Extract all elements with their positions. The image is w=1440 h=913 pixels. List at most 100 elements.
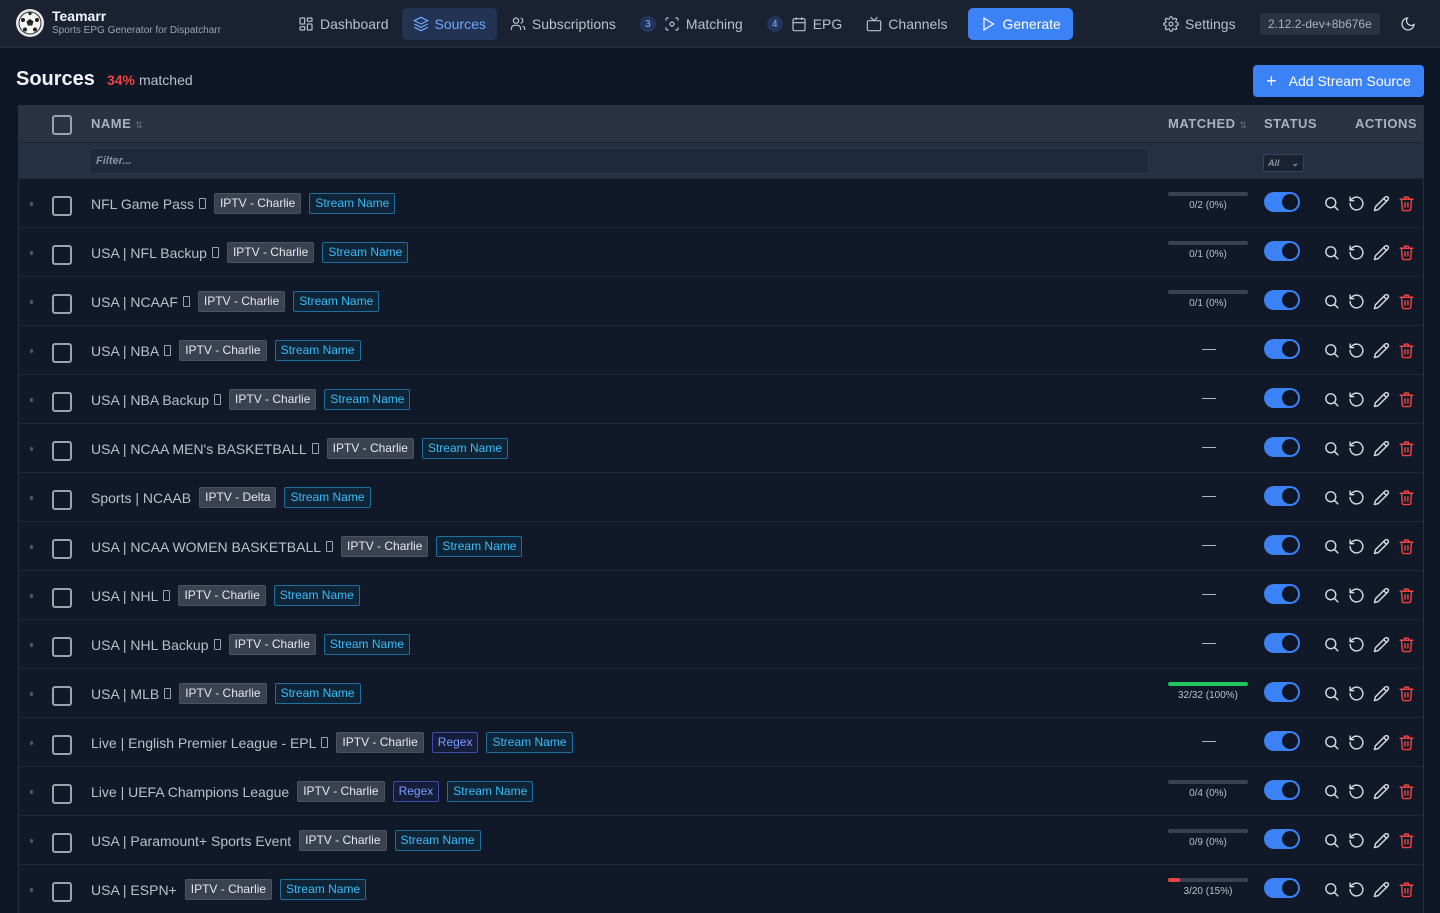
status-toggle[interactable]: [1264, 241, 1300, 261]
delete-button[interactable]: [1398, 391, 1415, 408]
edit-button[interactable]: [1373, 881, 1390, 898]
search-button[interactable]: [1323, 342, 1340, 359]
refresh-button[interactable]: [1348, 342, 1365, 359]
source-name[interactable]: USA | NBA Backup: [91, 392, 209, 408]
edit-button[interactable]: [1373, 783, 1390, 800]
select-all-checkbox[interactable]: [52, 115, 72, 135]
source-name[interactable]: USA | Paramount+ Sports Event: [91, 833, 291, 849]
delete-button[interactable]: [1398, 342, 1415, 359]
drag-handle[interactable]: [30, 545, 33, 549]
delete-button[interactable]: [1398, 587, 1415, 604]
edit-button[interactable]: [1373, 685, 1390, 702]
theme-toggle[interactable]: [1396, 12, 1420, 36]
nav-channels[interactable]: Channels: [855, 8, 958, 40]
row-checkbox[interactable]: [52, 882, 72, 902]
edit-button[interactable]: [1373, 489, 1390, 506]
edit-button[interactable]: [1373, 832, 1390, 849]
source-name[interactable]: Live | UEFA Champions League: [91, 784, 289, 800]
search-button[interactable]: [1323, 440, 1340, 457]
drag-handle[interactable]: [30, 790, 33, 794]
source-name[interactable]: USA | NCAAF: [91, 294, 178, 310]
source-name[interactable]: Live | English Premier League - EPL: [91, 735, 316, 751]
status-toggle[interactable]: [1264, 780, 1300, 800]
search-button[interactable]: [1323, 685, 1340, 702]
status-toggle[interactable]: [1264, 731, 1300, 751]
drag-handle[interactable]: [30, 594, 33, 598]
status-toggle[interactable]: [1264, 682, 1300, 702]
name-filter-input[interactable]: Filter...: [89, 148, 1149, 174]
status-filter-select[interactable]: All ⌄: [1263, 154, 1304, 172]
status-toggle[interactable]: [1264, 829, 1300, 849]
row-checkbox[interactable]: [52, 245, 72, 265]
row-checkbox[interactable]: [52, 539, 72, 559]
edit-button[interactable]: [1373, 244, 1390, 261]
search-button[interactable]: [1323, 244, 1340, 261]
search-button[interactable]: [1323, 489, 1340, 506]
drag-handle[interactable]: [30, 398, 33, 402]
refresh-button[interactable]: [1348, 636, 1365, 653]
refresh-button[interactable]: [1348, 832, 1365, 849]
row-checkbox[interactable]: [52, 686, 72, 706]
edit-button[interactable]: [1373, 342, 1390, 359]
search-button[interactable]: [1323, 636, 1340, 653]
row-checkbox[interactable]: [52, 588, 72, 608]
nav-dashboard[interactable]: Dashboard: [287, 8, 400, 40]
source-name[interactable]: USA | NFL Backup: [91, 245, 207, 261]
edit-button[interactable]: [1373, 636, 1390, 653]
search-button[interactable]: [1323, 832, 1340, 849]
search-button[interactable]: [1323, 293, 1340, 310]
edit-button[interactable]: [1373, 391, 1390, 408]
refresh-button[interactable]: [1348, 685, 1365, 702]
edit-button[interactable]: [1373, 293, 1390, 310]
search-button[interactable]: [1323, 538, 1340, 555]
delete-button[interactable]: [1398, 734, 1415, 751]
refresh-button[interactable]: [1348, 244, 1365, 261]
delete-button[interactable]: [1398, 685, 1415, 702]
source-name[interactable]: USA | ESPN+: [91, 882, 177, 898]
source-name[interactable]: NFL Game Pass: [91, 196, 194, 212]
source-name[interactable]: USA | NCAA WOMEN BASKETBALL: [91, 539, 321, 555]
row-checkbox[interactable]: [52, 735, 72, 755]
drag-handle[interactable]: [30, 349, 33, 353]
drag-handle[interactable]: [30, 643, 33, 647]
delete-button[interactable]: [1398, 195, 1415, 212]
add-stream-source-button[interactable]: + Add Stream Source: [1253, 65, 1424, 97]
row-checkbox[interactable]: [52, 196, 72, 216]
refresh-button[interactable]: [1348, 538, 1365, 555]
status-toggle[interactable]: [1264, 535, 1300, 555]
status-toggle[interactable]: [1264, 584, 1300, 604]
status-toggle[interactable]: [1264, 878, 1300, 898]
source-name[interactable]: USA | NHL Backup: [91, 637, 209, 653]
delete-button[interactable]: [1398, 489, 1415, 506]
col-name-header[interactable]: NAME ⇅: [91, 116, 143, 131]
delete-button[interactable]: [1398, 244, 1415, 261]
row-checkbox[interactable]: [52, 343, 72, 363]
status-toggle[interactable]: [1264, 437, 1300, 457]
refresh-button[interactable]: [1348, 391, 1365, 408]
drag-handle[interactable]: [30, 692, 33, 696]
search-button[interactable]: [1323, 881, 1340, 898]
source-name[interactable]: USA | NBA: [91, 343, 159, 359]
drag-handle[interactable]: [30, 888, 33, 892]
delete-button[interactable]: [1398, 832, 1415, 849]
delete-button[interactable]: [1398, 636, 1415, 653]
search-button[interactable]: [1323, 391, 1340, 408]
row-checkbox[interactable]: [52, 441, 72, 461]
search-button[interactable]: [1323, 587, 1340, 604]
search-button[interactable]: [1323, 734, 1340, 751]
drag-handle[interactable]: [30, 251, 33, 255]
search-button[interactable]: [1323, 195, 1340, 212]
drag-handle[interactable]: [30, 300, 33, 304]
row-checkbox[interactable]: [52, 294, 72, 314]
refresh-button[interactable]: [1348, 195, 1365, 212]
refresh-button[interactable]: [1348, 783, 1365, 800]
status-toggle[interactable]: [1264, 339, 1300, 359]
drag-handle[interactable]: [30, 202, 33, 206]
search-button[interactable]: [1323, 783, 1340, 800]
refresh-button[interactable]: [1348, 440, 1365, 457]
source-name[interactable]: USA | NCAA MEN's BASKETBALL: [91, 441, 307, 457]
status-toggle[interactable]: [1264, 290, 1300, 310]
drag-handle[interactable]: [30, 447, 33, 451]
edit-button[interactable]: [1373, 734, 1390, 751]
row-checkbox[interactable]: [52, 784, 72, 804]
